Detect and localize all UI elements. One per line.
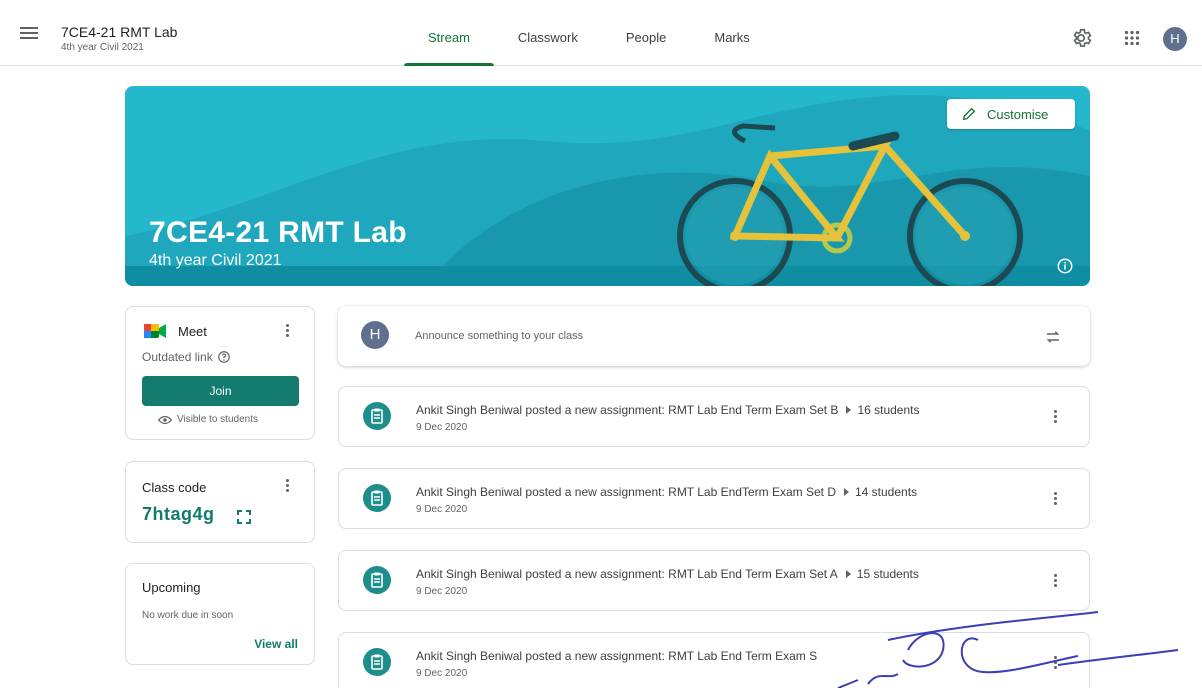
class-subtitle: 4th year Civil 2021 — [61, 42, 144, 53]
upcoming-title: Upcoming — [142, 580, 201, 595]
meet-status-text: Outdated link — [142, 350, 213, 364]
banner-title: 7CE4-21 RMT Lab — [149, 216, 407, 249]
post-title: Ankit Singh Beniwal posted a new assignm… — [416, 649, 817, 663]
announce-avatar: H — [361, 321, 389, 349]
eye-icon — [158, 415, 172, 424]
stream-post[interactable]: Ankit Singh Beniwal posted a new assignm… — [338, 550, 1090, 611]
info-icon[interactable] — [1056, 257, 1074, 275]
post-title: Ankit Singh Beniwal posted a new assignm… — [416, 485, 917, 499]
tab-bar: Stream Classwork People Marks — [404, 0, 774, 66]
announce-placeholder[interactable]: Announce something to your class — [415, 330, 583, 342]
post-title-text: Ankit Singh Beniwal posted a new assignm… — [416, 567, 838, 581]
stream-post[interactable]: Ankit Singh Beniwal posted a new assignm… — [338, 632, 1090, 688]
post-title: Ankit Singh Beniwal posted a new assignm… — [416, 567, 919, 581]
pencil-icon — [962, 107, 976, 121]
join-button[interactable]: Join — [142, 376, 299, 406]
fullscreen-icon[interactable] — [237, 510, 251, 524]
post-date: 9 Dec 2020 — [416, 586, 468, 597]
meet-logo-icon — [144, 324, 166, 338]
account-avatar[interactable]: H — [1163, 27, 1187, 51]
post-title: Ankit Singh Beniwal posted a new assignm… — [416, 403, 919, 417]
tab-marks[interactable]: Marks — [690, 0, 773, 66]
class-code-card: Class code 7htag4g — [125, 461, 315, 543]
post-audience: 16 students — [857, 403, 920, 417]
top-app-bar: 7CE4-21 RMT Lab 4th year Civil 2021 Stre… — [0, 0, 1202, 66]
meet-title: Meet — [178, 324, 207, 339]
assignment-icon — [363, 648, 391, 676]
apps-grid-icon[interactable] — [1121, 27, 1143, 49]
visibility-note: Visible to students — [158, 414, 258, 425]
tab-stream[interactable]: Stream — [404, 0, 494, 66]
meet-status: Outdated link — [142, 350, 231, 364]
arrow-right-icon — [846, 406, 852, 414]
class-name[interactable]: 7CE4-21 RMT Lab — [61, 24, 177, 40]
stream-post[interactable]: Ankit Singh Beniwal posted a new assignm… — [338, 386, 1090, 447]
arrow-right-icon — [843, 488, 849, 496]
assignment-icon — [363, 566, 391, 594]
assignment-icon — [363, 484, 391, 512]
post-title-text: Ankit Singh Beniwal posted a new assignm… — [416, 649, 818, 663]
help-icon[interactable] — [217, 350, 231, 364]
post-more-icon[interactable] — [1052, 654, 1058, 672]
upcoming-card: Upcoming No work due in soon View all — [125, 563, 315, 665]
post-title-text: Ankit Singh Beniwal posted a new assignm… — [416, 403, 839, 417]
post-audience: 14 students — [854, 485, 918, 499]
upcoming-empty-text: No work due in soon — [142, 610, 234, 621]
class-banner: 7CE4-21 RMT Lab 4th year Civil 2021 Cust… — [125, 86, 1090, 286]
customise-label: Customise — [987, 106, 1049, 122]
post-date: 9 Dec 2020 — [416, 504, 468, 515]
class-code-value: 7htag4g — [142, 504, 215, 524]
post-more-icon[interactable] — [1052, 572, 1058, 590]
tab-classwork[interactable]: Classwork — [494, 0, 602, 66]
post-more-icon[interactable] — [1052, 490, 1058, 508]
banner-subtitle: 4th year Civil 2021 — [149, 252, 282, 269]
post-date: 9 Dec 2020 — [416, 422, 468, 433]
post-title-text: Ankit Singh Beniwal posted a new assignm… — [416, 485, 836, 499]
settings-icon[interactable] — [1070, 27, 1092, 49]
post-audience: 15 students — [856, 567, 919, 581]
post-date: 9 Dec 2020 — [416, 668, 468, 679]
stream-post[interactable]: Ankit Singh Beniwal posted a new assignm… — [338, 468, 1090, 529]
meet-card: Meet Outdated link Join Visible to stude… — [125, 306, 315, 440]
class-code-more-icon[interactable] — [284, 477, 290, 495]
class-code-label: Class code — [142, 480, 207, 495]
repost-icon[interactable] — [1044, 328, 1062, 346]
tab-people[interactable]: People — [602, 0, 690, 66]
announce-box[interactable]: H Announce something to your class — [338, 306, 1090, 366]
menu-icon[interactable] — [18, 24, 40, 42]
arrow-right-icon — [845, 570, 851, 578]
view-all-link[interactable]: View all — [254, 637, 298, 651]
visibility-text: Visible to students — [177, 414, 258, 425]
assignment-icon — [363, 402, 391, 430]
post-more-icon[interactable] — [1052, 408, 1058, 426]
customise-button[interactable]: Customise — [947, 99, 1075, 129]
meet-more-icon[interactable] — [284, 322, 290, 340]
